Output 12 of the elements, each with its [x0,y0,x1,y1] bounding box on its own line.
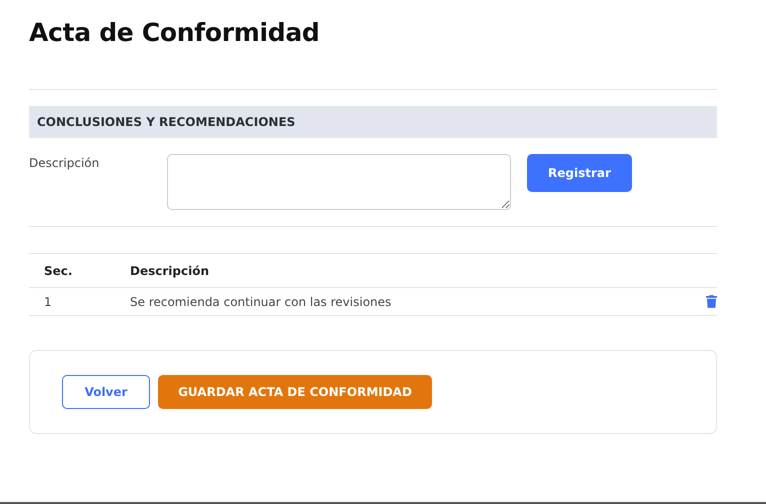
section-title: CONCLUSIONES Y RECOMENDACIONES [37,115,296,129]
field-label: Descripción [29,155,100,170]
trash-icon[interactable] [706,295,717,308]
table-cell: Se recomienda continuar con las revisiones [130,288,697,316]
column-header: Sec. [29,254,130,288]
description-field[interactable] [167,154,511,210]
page-title: Acta de Conformidad [29,17,321,49]
back-button[interactable]: Volver [62,375,150,409]
column-header: Descripción [130,254,697,288]
table-cell: 1 [29,288,130,316]
save-button[interactable]: GUARDAR ACTA DE CONFORMIDAD [158,375,432,409]
register-button[interactable]: Registrar [527,154,632,192]
